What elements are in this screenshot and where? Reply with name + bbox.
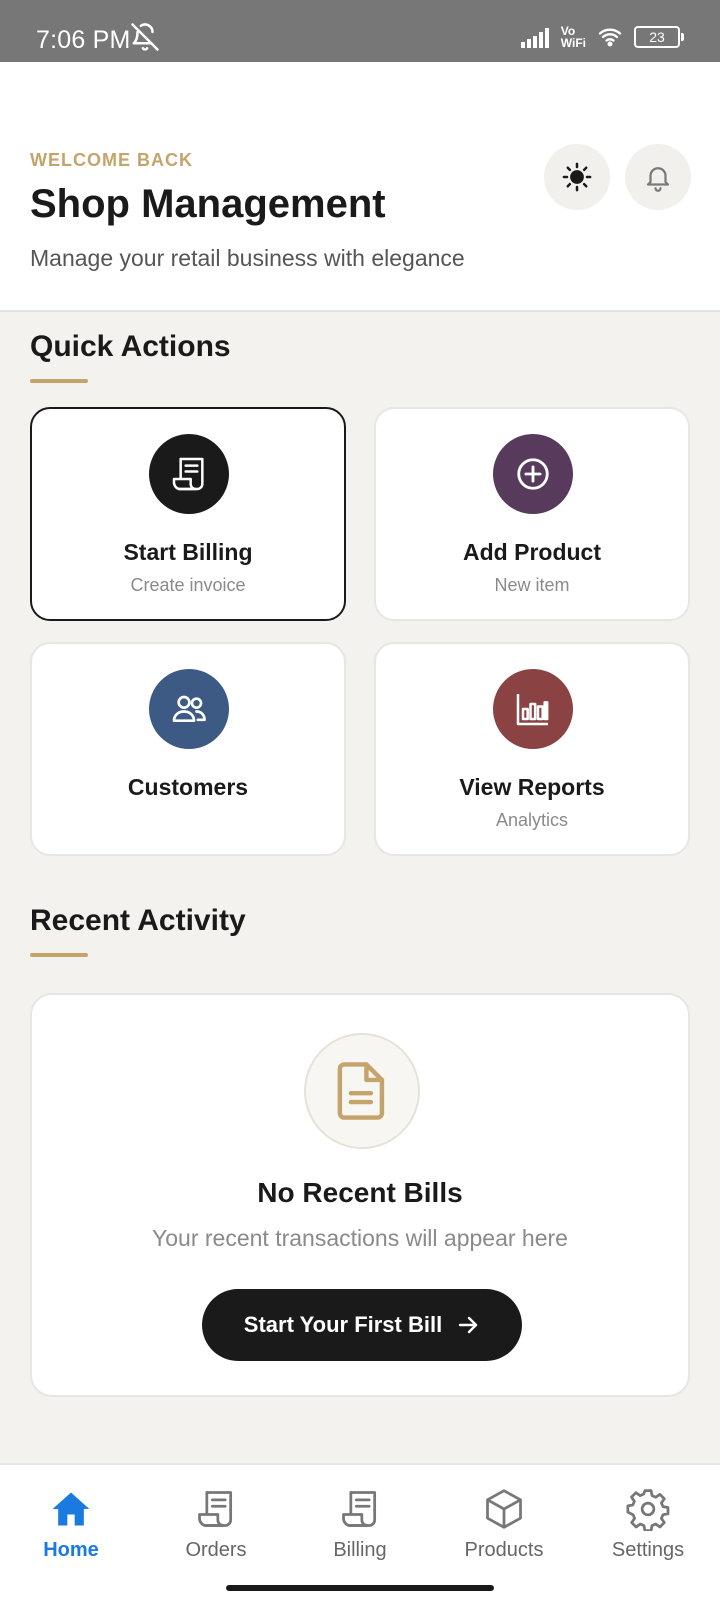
nav-products-label: Products <box>464 1539 544 1561</box>
view-reports-sub: Analytics <box>495 810 569 830</box>
view-reports-label: View Reports <box>459 774 605 800</box>
nav-orders[interactable]: Orders <box>151 1487 281 1562</box>
battery-indicator: 23 <box>634 26 684 48</box>
start-billing-sub: Create invoice <box>130 575 246 595</box>
bell-off-icon <box>131 23 159 51</box>
quick-actions-title: Quick Actions <box>30 330 231 363</box>
bar-chart-icon <box>493 669 573 749</box>
recent-activity-card: No Recent Bills Your recent transactions… <box>30 993 690 1397</box>
add-product-label: Add Product <box>463 539 601 565</box>
recent-activity-title: Recent Activity <box>30 904 246 937</box>
box-icon <box>486 1489 522 1529</box>
signal-icon <box>520 28 549 48</box>
view-reports-card[interactable]: View Reports Analytics <box>374 642 690 856</box>
users-icon <box>149 669 229 749</box>
empty-state-subtitle: Your recent transactions will appear her… <box>152 1225 568 1251</box>
customers-label: Customers <box>127 774 249 800</box>
nav-home-label: Home <box>43 1539 99 1561</box>
welcome-eyebrow: WELCOME BACK <box>30 150 193 170</box>
start-billing-card[interactable]: Start Billing Create invoice <box>30 407 346 621</box>
page-title: Shop Management <box>30 182 386 226</box>
add-product-sub: New item <box>494 575 570 595</box>
page-subtitle: Manage your retail business with eleganc… <box>30 245 465 271</box>
vowifi-bottom: WiFi <box>560 36 586 50</box>
add-product-card[interactable]: Add Product New item <box>374 407 690 621</box>
nav-home[interactable]: Home <box>6 1487 136 1562</box>
wifi-icon <box>598 28 622 47</box>
quick-actions-underline <box>30 379 88 383</box>
nav-products[interactable]: Products <box>439 1487 569 1562</box>
arrow-right-icon <box>459 1316 478 1334</box>
home-icon <box>52 1492 90 1526</box>
status-time: 7:06 PM <box>36 26 131 54</box>
empty-state-title: No Recent Bills <box>257 1177 463 1208</box>
nav-billing[interactable]: Billing <box>295 1487 425 1562</box>
customers-card[interactable]: Customers <box>30 642 346 856</box>
receipt-icon <box>149 434 229 514</box>
recent-activity-underline <box>30 953 88 957</box>
nav-settings[interactable]: Settings <box>583 1487 713 1562</box>
plus-circle-icon <box>493 434 573 514</box>
notifications-button[interactable] <box>625 144 691 210</box>
gear-icon <box>626 1489 670 1531</box>
sun-icon <box>562 162 592 192</box>
status-icons: Vo WiFi 23 <box>520 22 684 52</box>
receipt-icon <box>198 1491 233 1527</box>
bottom-nav: Home Orders Billing Products Settings <box>0 1463 720 1600</box>
theme-toggle-button[interactable] <box>544 144 610 210</box>
start-billing-label: Start Billing <box>123 539 253 565</box>
start-first-bill-label: Start Your First Bill <box>243 1312 443 1337</box>
receipt-icon <box>342 1491 377 1527</box>
start-first-bill-button[interactable]: Start Your First Bill <box>202 1289 522 1361</box>
home-indicator <box>226 1585 494 1591</box>
bell-icon <box>646 167 670 192</box>
vowifi-indicator: Vo WiFi <box>561 25 586 49</box>
nav-orders-label: Orders <box>185 1539 247 1561</box>
nav-settings-label: Settings <box>611 1539 685 1561</box>
app-header: WELCOME BACK Shop Management Manage your… <box>0 62 720 312</box>
status-bar: 7:06 PM Vo WiFi 23 <box>0 0 720 62</box>
document-icon <box>304 1033 420 1149</box>
nav-billing-label: Billing <box>333 1539 387 1561</box>
